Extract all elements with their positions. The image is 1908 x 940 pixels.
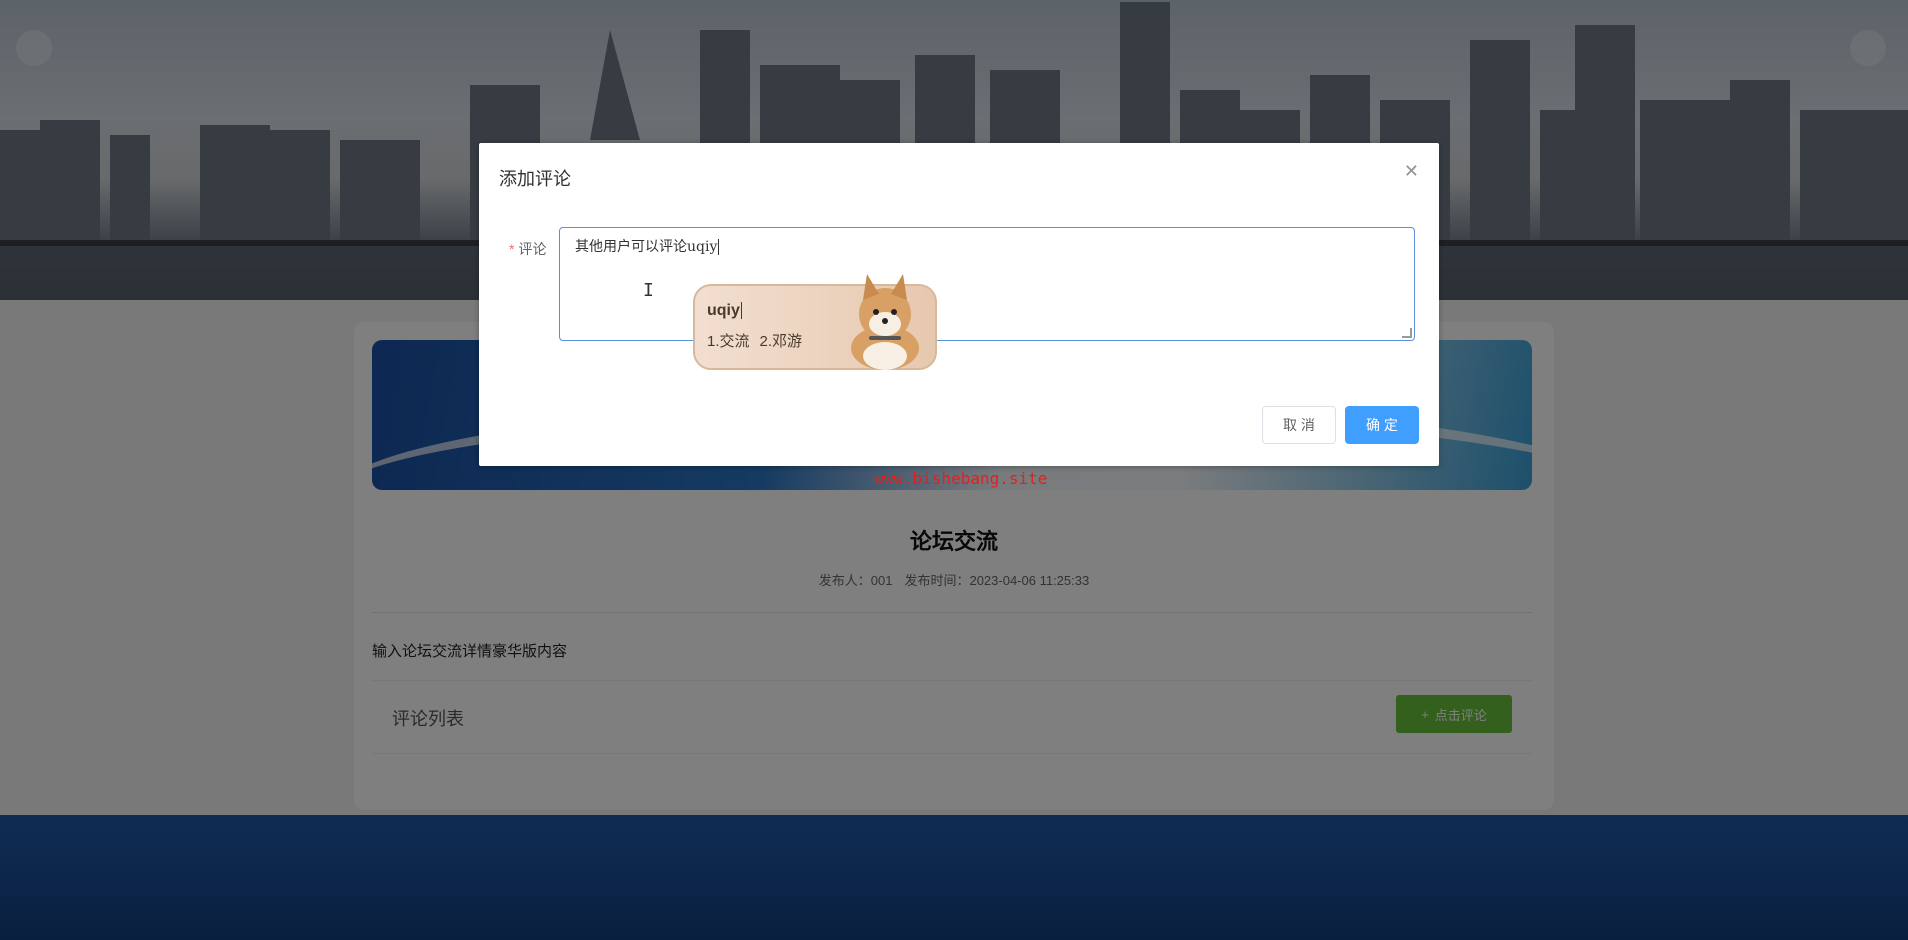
confirm-button[interactable]: 确 定 (1345, 406, 1419, 444)
ime-composition: uqiy (707, 302, 742, 319)
comment-textarea[interactable]: 其他用户可以评论uqiy (559, 227, 1415, 341)
required-asterisk: * (509, 241, 515, 257)
dialog-title: 添加评论 (499, 169, 571, 189)
close-icon[interactable]: ✕ (1404, 161, 1419, 182)
ime-candidate-popup: uqiy 1.交流 2.邓游 (693, 274, 937, 370)
comment-label-text: 评论 (518, 241, 547, 257)
resize-handle-icon[interactable] (1402, 328, 1412, 338)
text-cursor-icon: I (643, 280, 654, 301)
comment-field-label: * 评论 (509, 239, 546, 259)
cancel-button[interactable]: 取 消 (1262, 406, 1336, 444)
ime-candidates: 1.交流 2.邓游 (707, 330, 802, 351)
comment-textarea-value: 其他用户可以评论uqiy (575, 239, 718, 255)
add-comment-dialog: 添加评论 ✕ * 评论 其他用户可以评论uqiy 取 消 确 定 (479, 143, 1439, 466)
ime-candidate-1[interactable]: 1.交流 (707, 333, 750, 350)
watermark-text: www.bishebang.site (874, 469, 1048, 488)
shiba-dog-icon (851, 274, 919, 370)
ime-candidate-2[interactable]: 2.邓游 (760, 333, 803, 350)
